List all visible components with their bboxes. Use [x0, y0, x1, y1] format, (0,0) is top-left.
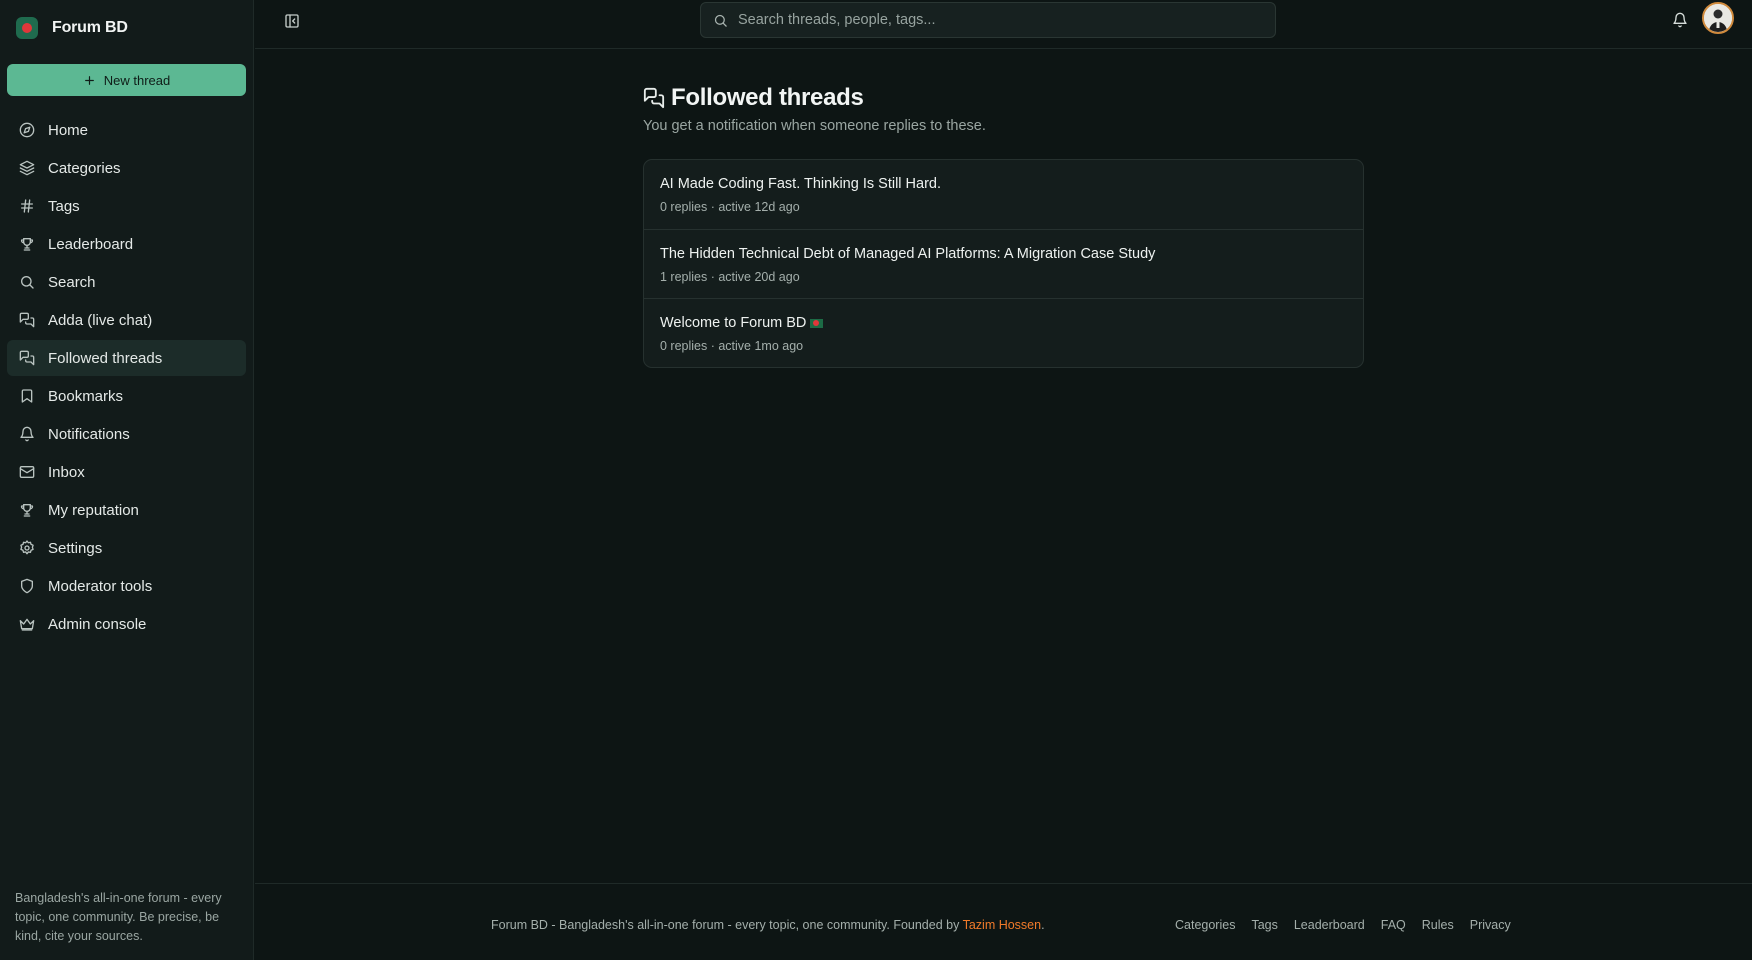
sidebar-item-categories[interactable]: Categories [7, 150, 246, 186]
footer-period: . [1041, 918, 1045, 932]
thread-title[interactable]: The Hidden Technical Debt of Managed AI … [660, 246, 1347, 262]
footer-link-rules[interactable]: Rules [1422, 918, 1454, 932]
footer-link-leaderboard[interactable]: Leaderboard [1294, 918, 1365, 932]
brand-name: Forum BD [52, 19, 128, 36]
sidebar-item-moderator-tools[interactable]: Moderator tools [7, 568, 246, 604]
sidebar-collapse-icon[interactable] [284, 13, 300, 29]
forum-logo-icon [16, 17, 38, 39]
brand[interactable]: Forum BD [16, 17, 128, 39]
footer-link-privacy[interactable]: Privacy [1470, 918, 1511, 932]
sidebar-item-label: Admin console [48, 615, 147, 633]
search-icon [714, 14, 727, 27]
sidebar-item-label: Home [48, 121, 89, 139]
main-content: Followed threads You get a notification … [643, 84, 1364, 368]
plus-icon [84, 75, 94, 85]
page-subtitle: You get a notification when someone repl… [643, 118, 986, 134]
thread-title-text: AI Made Coding Fast. Thinking Is Still H… [660, 176, 941, 192]
sidebar-item-label: Notifications [48, 425, 130, 443]
compass-icon [19, 122, 35, 138]
page-header: Followed threads [643, 84, 1364, 112]
bell-icon [20, 426, 34, 442]
founder-link[interactable]: Tazim Hossen [963, 918, 1042, 932]
sidebar-item-label: Bookmarks [48, 387, 124, 405]
shield-icon [21, 578, 33, 594]
sidebar-item-leaderboard[interactable]: Leaderboard [7, 226, 246, 262]
footer-link-faq[interactable]: FAQ [1381, 918, 1406, 932]
chat-icon [19, 350, 35, 366]
topbar [255, 0, 1752, 49]
trophy-icon [20, 504, 34, 517]
sidebar-item-label: My reputation [48, 501, 139, 519]
bookmark-icon [21, 389, 33, 403]
mail-icon [19, 466, 35, 478]
footer-description: Forum BD - Bangladesh's all-in-one forum… [491, 918, 960, 932]
sidebar-item-home[interactable]: Home [7, 112, 246, 148]
sidebar-nav: Home Categories Tags Leaderboard Search … [7, 112, 246, 644]
thread-meta: 0 replies · active 12d ago [660, 200, 800, 214]
new-thread-button[interactable]: New thread [7, 64, 246, 96]
footer-links: Categories Tags Leaderboard FAQ Rules Pr… [1175, 918, 1527, 932]
user-avatar-icon [1704, 4, 1732, 32]
sidebar-item-label: Moderator tools [48, 577, 153, 595]
sidebar-tagline: Bangladesh's all-in-one forum - every to… [15, 891, 222, 943]
sidebar-item-label: Settings [48, 539, 103, 557]
bell-icon[interactable] [1672, 12, 1688, 28]
sidebar-item-label: Inbox [48, 463, 85, 481]
sidebar-item-label: Followed threads [48, 349, 163, 367]
sidebar-item-inbox[interactable]: Inbox [7, 454, 246, 490]
thread-title-text: Welcome to Forum BD [660, 315, 807, 331]
gear-icon [20, 540, 34, 555]
sidebar-item-label: Search [48, 273, 96, 291]
new-thread-label: New thread [103, 72, 171, 88]
trophy-icon [20, 238, 34, 251]
sidebar-item-notifications[interactable]: Notifications [7, 416, 246, 452]
sidebar-item-settings[interactable]: Settings [7, 530, 246, 566]
thread-meta: 1 replies · active 20d ago [660, 270, 800, 284]
sidebar-item-tags[interactable]: Tags [7, 188, 246, 224]
page-title: Followed threads [671, 84, 864, 111]
thread-row[interactable]: Welcome to Forum BD 0 replies · active 1… [644, 298, 1363, 367]
thread-title-text: The Hidden Technical Debt of Managed AI … [660, 246, 1156, 262]
thread-title[interactable]: Welcome to Forum BD [660, 315, 1347, 331]
hash-icon [21, 199, 33, 213]
sidebar-item-adda[interactable]: Adda (live chat) [7, 302, 246, 338]
search-icon [21, 276, 34, 289]
search-bar[interactable] [700, 2, 1276, 38]
sidebar-item-label: Adda (live chat) [48, 311, 153, 329]
crown-icon [19, 618, 35, 631]
sidebar-item-admin-console[interactable]: Admin console [7, 606, 246, 642]
footer-link-categories[interactable]: Categories [1175, 918, 1235, 932]
search-input[interactable] [738, 12, 1258, 28]
thread-row[interactable]: The Hidden Technical Debt of Managed AI … [644, 229, 1363, 298]
avatar[interactable] [1702, 2, 1734, 34]
sidebar-item-label: Categories [48, 159, 121, 177]
footer-text: Forum BD - Bangladesh's all-in-one forum… [491, 918, 1045, 932]
sidebar-item-my-reputation[interactable]: My reputation [7, 492, 246, 528]
thread-meta: 0 replies · active 1mo ago [660, 339, 804, 353]
bangladesh-flag-icon [810, 318, 824, 328]
thread-title[interactable]: AI Made Coding Fast. Thinking Is Still H… [660, 176, 1347, 192]
sidebar-item-search[interactable]: Search [7, 264, 246, 300]
thread-list: AI Made Coding Fast. Thinking Is Still H… [643, 159, 1364, 368]
sidebar-item-label: Leaderboard [48, 235, 134, 253]
sidebar-item-followed-threads[interactable]: Followed threads [7, 340, 246, 376]
footer-link-tags[interactable]: Tags [1251, 918, 1277, 932]
layers-icon [19, 160, 35, 176]
sidebar-item-label: Tags [48, 197, 80, 215]
chat-icon [19, 312, 35, 328]
thread-row[interactable]: AI Made Coding Fast. Thinking Is Still H… [644, 160, 1363, 229]
footer: Forum BD - Bangladesh's all-in-one forum… [255, 883, 1752, 960]
sidebar-item-bookmarks[interactable]: Bookmarks [7, 378, 246, 414]
sidebar: Forum BD New thread Home Categories Tags… [0, 0, 254, 960]
chat-icon [643, 87, 665, 109]
